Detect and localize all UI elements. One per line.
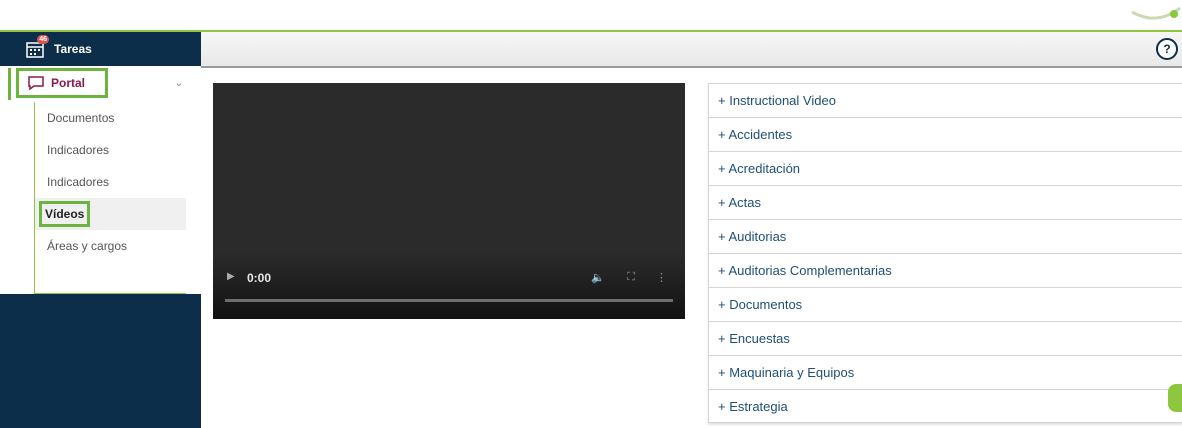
chat-icon <box>28 76 44 91</box>
sidebar-item-indicadores[interactable]: Indicadores <box>35 134 186 166</box>
accordion-item-auditorias-complementarias[interactable]: + Auditorias Complementarias <box>708 253 1182 287</box>
accordion-item-maquinaria-y-equipos[interactable]: + Maquinaria y Equipos <box>708 355 1182 389</box>
sub-menu-list: Documentos Indicadores Indicadores Vídeo… <box>34 102 186 294</box>
help-button[interactable]: ? <box>1156 38 1178 60</box>
video-controls: ▶ 0:00 🔈 ⛶ ⋮ <box>213 253 685 319</box>
accordion-item-acreditacion[interactable]: + Acreditación <box>708 151 1182 185</box>
tareas-badge: 46 <box>37 35 49 44</box>
calendar-icon: 46 <box>26 35 49 58</box>
portal-highlight: Portal <box>16 68 108 98</box>
more-options-icon[interactable]: ⋮ <box>656 271 667 284</box>
sidebar-item-videos[interactable]: Vídeos <box>35 198 186 230</box>
category-accordion: + Instructional Video + Accidentes + Acr… <box>708 83 1182 423</box>
portal-submenu: Portal ⌄ Documentos Indicadores Indicado… <box>0 66 201 294</box>
accordion-item-auditorias[interactable]: + Auditorias <box>708 219 1182 253</box>
sidebar-item-tareas[interactable]: 46 Tareas <box>0 32 201 66</box>
chevron-down-icon[interactable]: ⌄ <box>175 78 183 89</box>
volume-icon[interactable]: 🔈 <box>591 271 605 284</box>
accordion-item-accidentes[interactable]: + Accidentes <box>708 117 1182 151</box>
top-bar <box>0 0 1182 32</box>
brand-logo-icon <box>1131 6 1181 20</box>
sidebar-item-documentos[interactable]: Documentos <box>35 102 186 134</box>
sidebar-item-indicadores-2[interactable]: Indicadores <box>35 166 186 198</box>
sidebar-item-areas-y-cargos[interactable]: Áreas y cargos <box>35 230 186 262</box>
accordion-item-encuestas[interactable]: + Encuestas <box>708 321 1182 355</box>
video-time: 0:00 <box>247 271 272 285</box>
accordion-item-actas[interactable]: + Actas <box>708 185 1182 219</box>
accordion-item-instructional-video[interactable]: + Instructional Video <box>708 83 1182 117</box>
accordion-item-documentos[interactable]: + Documentos <box>708 287 1182 321</box>
sidebar-item-portal[interactable]: Portal ⌄ <box>8 68 193 102</box>
fullscreen-icon[interactable]: ⛶ <box>627 271 635 284</box>
main-header: ? <box>201 32 1182 68</box>
video-player[interactable]: ▶ 0:00 🔈 ⛶ ⋮ <box>213 83 685 319</box>
accordion-item-estrategia[interactable]: + Estrategia <box>708 389 1182 423</box>
sidebar-item-label: Tareas <box>54 42 92 56</box>
side-widget-tab[interactable] <box>1168 384 1182 412</box>
sidebar-item-label: Portal <box>51 76 86 90</box>
sidebar: 46 Tareas Portal ⌄ Documentos Indicadore… <box>0 32 201 428</box>
video-progress-bar[interactable] <box>225 299 673 302</box>
play-icon[interactable]: ▶ <box>227 271 235 282</box>
sidebar-item-label: Vídeos <box>39 201 91 227</box>
